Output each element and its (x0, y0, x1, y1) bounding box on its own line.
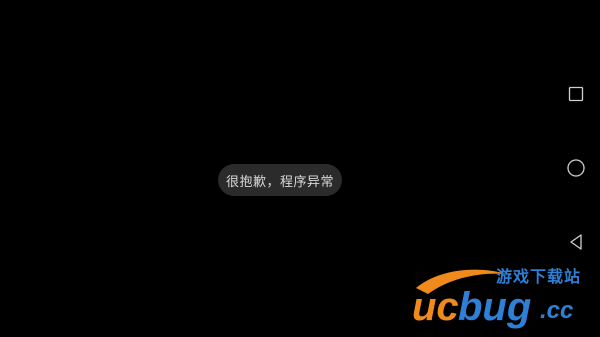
error-toast: 很抱歉，程序异常 (218, 164, 342, 196)
svg-text:游戏下载站: 游戏下载站 (496, 267, 581, 286)
circle-home-icon (567, 159, 585, 177)
recent-apps-button[interactable] (552, 74, 600, 114)
app-screen: 很抱歉，程序异常 游戏下载站 uc bug .cc (0, 0, 600, 337)
triangle-back-icon (570, 234, 582, 250)
toast-message: 很抱歉，程序异常 (225, 174, 334, 190)
svg-text:uc: uc (412, 285, 459, 329)
square-recents-icon (568, 86, 584, 102)
svg-text:bug: bug (458, 285, 531, 329)
ucbug-watermark-logo: 游戏下载站 uc bug .cc (410, 262, 596, 332)
home-button[interactable] (552, 148, 600, 188)
svg-text:.cc: .cc (540, 297, 573, 324)
back-button[interactable] (552, 222, 600, 262)
